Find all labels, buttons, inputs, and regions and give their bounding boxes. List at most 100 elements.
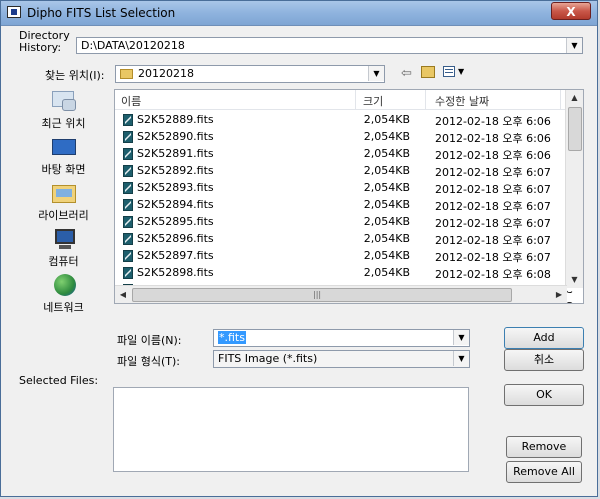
scroll-thumb[interactable]: ||| — [132, 288, 512, 302]
file-name-cell: S2K52893.fits — [137, 181, 214, 194]
file-date-cell: 2012-02-18 오후 6:06 — [435, 149, 551, 162]
look-in-combo[interactable]: 20120218 ▼ — [115, 65, 385, 83]
place-recent[interactable]: 최근 위치 — [21, 89, 106, 131]
fits-file-icon — [123, 250, 133, 262]
file-name-cell: S2K52898.fits — [137, 266, 214, 279]
file-size-cell: 2,054KB — [363, 164, 410, 177]
file-name-cell: S2K52890.fits — [137, 130, 214, 143]
file-size-cell: 2,054KB — [363, 198, 410, 211]
app-icon — [7, 6, 21, 18]
file-row[interactable]: S2K52892.fits2,054KB2012-02-18 오후 6:07C — [115, 163, 573, 180]
chevron-down-icon[interactable]: ▼ — [566, 38, 582, 53]
file-row[interactable]: S2K52895.fits2,054KB2012-02-18 오후 6:07C — [115, 214, 573, 231]
place-label: 네트워크 — [43, 301, 84, 314]
horizontal-scrollbar[interactable]: ◀ ||| ▶ — [115, 285, 567, 303]
file-date-cell: 2012-02-18 오후 6:06 — [435, 132, 551, 145]
selected-files-label: Selected Files: — [19, 374, 99, 387]
directory-history-label: Directory History: — [19, 29, 70, 54]
network-icon — [50, 273, 78, 297]
file-date-cell: 2012-02-18 오후 6:06 — [435, 115, 551, 128]
fits-file-icon — [123, 148, 133, 160]
file-name-cell: S2K52896.fits — [137, 232, 214, 245]
place-network[interactable]: 네트워크 — [21, 273, 106, 315]
file-row[interactable]: S2K52898.fits2,054KB2012-02-18 오후 6:08C — [115, 265, 573, 282]
window-title: Dipho FITS List Selection — [27, 6, 176, 20]
place-computer[interactable]: 컴퓨터 — [21, 227, 106, 269]
close-button[interactable]: X — [551, 2, 591, 20]
place-label: 컴퓨터 — [48, 255, 79, 268]
place-desktop[interactable]: 바탕 화면 — [21, 135, 106, 177]
file-type-value: FITS Image (*.fits) — [218, 352, 318, 365]
directory-history-combo[interactable]: D:\DATA\20120218 ▼ — [76, 37, 583, 54]
file-size-cell: 2,054KB — [363, 232, 410, 245]
computer-icon — [50, 227, 78, 251]
scroll-down-icon[interactable]: ▼ — [566, 272, 583, 288]
desktop-icon — [50, 135, 78, 159]
ok-button[interactable]: OK — [504, 384, 584, 406]
chevron-down-icon[interactable]: ▼ — [453, 330, 469, 345]
dialog-window: Dipho FITS List Selection X Directory Hi… — [0, 0, 598, 497]
scroll-up-icon[interactable]: ▲ — [566, 90, 583, 106]
file-row[interactable]: S2K52890.fits2,054KB2012-02-18 오후 6:06C — [115, 129, 573, 146]
file-size-cell: 2,054KB — [363, 215, 410, 228]
view-menu-icon[interactable]: ▼ — [443, 65, 467, 79]
column-header-date[interactable]: 수정한 날짜 — [435, 93, 489, 109]
place-libraries[interactable]: 라이브러리 — [21, 181, 106, 223]
chevron-down-icon[interactable]: ▼ — [368, 66, 384, 81]
file-size-cell: 2,054KB — [363, 266, 410, 279]
file-size-cell: 2,054KB — [363, 147, 410, 160]
file-name-cell: S2K52894.fits — [137, 198, 214, 211]
fits-file-icon — [123, 199, 133, 211]
fits-file-icon — [123, 233, 133, 245]
look-in-label: 찾는 위치(I): — [45, 69, 105, 82]
back-icon[interactable]: ⇦ — [401, 66, 412, 81]
file-type-combo[interactable]: FITS Image (*.fits) ▼ — [213, 350, 470, 368]
add-button[interactable]: Add — [504, 327, 584, 349]
file-date-cell: 2012-02-18 오후 6:07 — [435, 200, 551, 213]
fits-file-icon — [123, 182, 133, 194]
file-name-combo[interactable]: *.fits ▼ — [213, 329, 470, 347]
file-row[interactable]: S2K52896.fits2,054KB2012-02-18 오후 6:07C — [115, 231, 573, 248]
column-header-name[interactable]: 이름 — [121, 93, 141, 109]
place-label: 라이브러리 — [38, 209, 89, 222]
place-label: 최근 위치 — [41, 117, 86, 130]
file-row[interactable]: S2K52889.fits2,054KB2012-02-18 오후 6:06C — [115, 112, 573, 129]
file-row[interactable]: S2K52897.fits2,054KB2012-02-18 오후 6:07C — [115, 248, 573, 265]
file-name-cell: S2K52897.fits — [137, 249, 214, 262]
cancel-button[interactable]: 취소 — [504, 349, 584, 371]
scroll-left-icon[interactable]: ◀ — [115, 286, 131, 303]
file-date-cell: 2012-02-18 오후 6:07 — [435, 217, 551, 230]
title-bar[interactable]: Dipho FITS List Selection X — [1, 1, 597, 26]
remove-all-button[interactable]: Remove All — [506, 461, 582, 483]
file-date-cell: 2012-02-18 오후 6:07 — [435, 183, 551, 196]
file-row[interactable]: S2K52894.fits2,054KB2012-02-18 오후 6:07C — [115, 197, 573, 214]
file-name-value: *.fits — [218, 331, 246, 344]
file-row[interactable]: S2K52893.fits2,054KB2012-02-18 오후 6:07C — [115, 180, 573, 197]
look-in-value: 20120218 — [138, 67, 194, 80]
file-row[interactable]: S2K52891.fits2,054KB2012-02-18 오후 6:06C — [115, 146, 573, 163]
scroll-right-icon[interactable]: ▶ — [551, 286, 567, 303]
column-header-size[interactable]: 크기 — [363, 93, 383, 109]
libraries-icon — [50, 181, 78, 205]
file-name-cell: S2K52895.fits — [137, 215, 214, 228]
file-name-label: 파일 이름(N): — [117, 334, 182, 347]
remove-button[interactable]: Remove — [506, 436, 582, 458]
fits-file-icon — [123, 131, 133, 143]
fits-file-icon — [123, 216, 133, 228]
selected-files-list[interactable] — [113, 387, 469, 472]
file-date-cell: 2012-02-18 오후 6:08 — [435, 268, 551, 281]
folder-icon — [120, 69, 133, 79]
file-name-cell: S2K52892.fits — [137, 164, 214, 177]
file-name-cell: S2K52889.fits — [137, 113, 214, 126]
fits-file-icon — [123, 165, 133, 177]
file-size-cell: 2,054KB — [363, 113, 410, 126]
place-label: 바탕 화면 — [41, 163, 86, 176]
fits-file-icon — [123, 267, 133, 279]
fits-file-icon — [123, 114, 133, 126]
file-list[interactable]: 이름 크기 수정한 날짜 S2K52889.fits 2,054KB 2012-02… — [114, 89, 584, 304]
chevron-down-icon[interactable]: ▼ — [453, 351, 469, 366]
scroll-thumb[interactable] — [568, 107, 582, 151]
file-date-cell: 2012-02-18 오후 6:07 — [435, 234, 551, 247]
vertical-scrollbar[interactable]: ▲ ▼ — [565, 90, 583, 288]
up-folder-icon[interactable] — [421, 66, 435, 78]
